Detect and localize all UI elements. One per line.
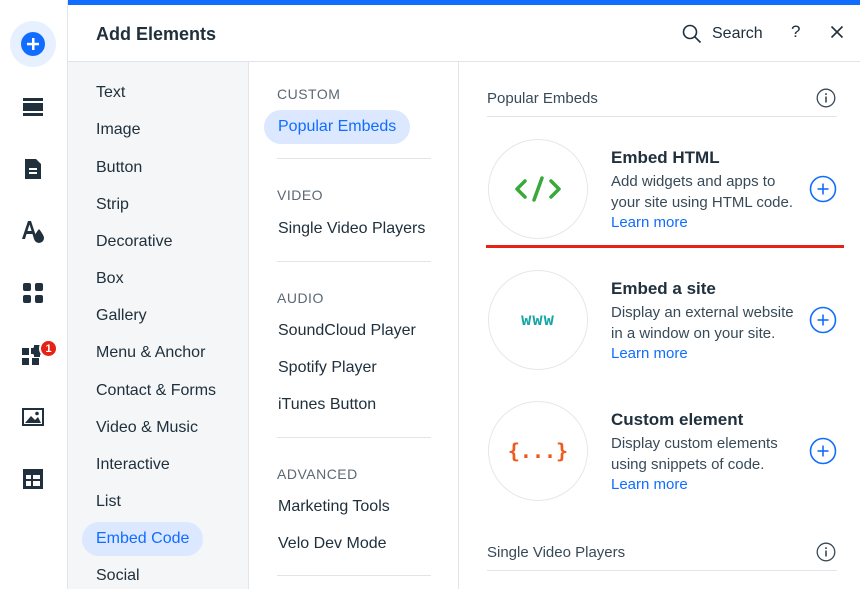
learn-more-link[interactable]: Learn more (611, 214, 688, 231)
card-description: Display custom elements using snippets o… (611, 434, 801, 496)
braces-icon: {...} (507, 439, 569, 463)
category-item[interactable]: Box (82, 262, 138, 296)
card-title: Embed HTML (611, 148, 720, 167)
section-header-custom: CUSTOM (277, 86, 341, 102)
add-icon (21, 32, 45, 56)
learn-more-link[interactable]: Learn more (611, 345, 688, 362)
category-item[interactable]: Decorative (82, 225, 186, 259)
pages-icon (25, 159, 41, 179)
design-icon (22, 221, 44, 243)
embed-html-thumbnail[interactable] (488, 139, 588, 239)
media-icon (22, 408, 44, 426)
card-description: Display an external website in a window … (611, 303, 801, 365)
category-list: Text Image Button Strip Decorative Box G… (68, 62, 249, 589)
section-header-audio: AUDIO (277, 290, 324, 306)
divider (487, 116, 837, 117)
category-item[interactable]: Social (82, 559, 154, 589)
card-description-text: Display an external website in a window … (611, 304, 794, 342)
category-item[interactable]: Video & Music (82, 411, 212, 445)
help-button[interactable]: ? (791, 22, 800, 42)
card-title: Custom element (611, 410, 744, 429)
divider (277, 437, 431, 438)
info-icon[interactable] (816, 88, 836, 108)
highlight-underline (486, 245, 844, 248)
search-icon (682, 24, 702, 44)
section-header-video: VIDEO (277, 187, 324, 203)
subcategory-item[interactable]: Spotify Player (264, 351, 391, 385)
add-custom-element-icon[interactable] (809, 437, 837, 465)
section-header-advanced: ADVANCED (277, 466, 358, 482)
subcategory-item[interactable]: Velo Dev Mode (264, 527, 401, 561)
info-icon[interactable] (816, 542, 836, 562)
section-title-popular-embeds: Popular Embeds (487, 90, 598, 107)
category-item[interactable]: Strip (82, 188, 143, 222)
divider (277, 158, 431, 159)
subcategory-item[interactable]: SoundCloud Player (264, 314, 430, 348)
subcategory-item[interactable]: Single Video Players (264, 212, 439, 246)
business-apps-button[interactable]: 1 (10, 332, 58, 378)
panel-header: Add Elements Search ? (68, 5, 860, 62)
notification-badge: 1 (39, 339, 58, 358)
sections-icon (23, 98, 43, 116)
subcategory-item[interactable]: Marketing Tools (264, 490, 404, 524)
category-item[interactable]: Menu & Anchor (82, 336, 219, 370)
card-description: Add widgets and apps to your site using … (611, 172, 801, 234)
category-item-embed-code[interactable]: Embed Code (82, 522, 204, 556)
category-item[interactable]: Button (82, 151, 156, 185)
subcategory-item[interactable]: iTunes Button (264, 388, 390, 422)
subcategory-popular-embeds[interactable]: Popular Embeds (264, 110, 411, 144)
embed-content: Popular Embeds Embed HTML Add widgets an… (460, 62, 860, 589)
category-item[interactable]: Contact & Forms (82, 374, 230, 408)
sections-button[interactable] (10, 84, 56, 130)
search-button[interactable]: Search (682, 21, 763, 47)
card-description-text: Display custom elements using snippets o… (611, 435, 778, 473)
search-label: Search (712, 25, 763, 42)
cms-icon (23, 469, 43, 489)
pages-button[interactable] (10, 146, 56, 192)
card-title: Embed a site (611, 279, 716, 298)
design-button[interactable] (10, 208, 56, 254)
card-description-text: Add widgets and apps to your site using … (611, 173, 794, 211)
add-embed-site-icon[interactable] (809, 306, 837, 334)
apps-button[interactable] (10, 270, 56, 316)
category-item[interactable]: Gallery (82, 299, 161, 333)
code-icon (515, 176, 561, 202)
divider (277, 575, 431, 576)
category-item[interactable]: Image (82, 113, 154, 147)
category-item[interactable]: List (82, 485, 135, 519)
embed-site-thumbnail[interactable]: www (488, 270, 588, 370)
www-icon: www (521, 310, 555, 330)
page-title: Add Elements (96, 24, 217, 44)
divider (487, 570, 837, 571)
close-icon[interactable] (828, 23, 846, 41)
section-title-single-video-players: Single Video Players (487, 544, 626, 561)
add-embed-html-icon[interactable] (809, 175, 837, 203)
apps-icon (23, 283, 43, 303)
left-toolbar: 1 (0, 0, 68, 589)
add-elements-button[interactable] (10, 21, 56, 67)
media-button[interactable] (10, 394, 56, 440)
cms-button[interactable] (10, 456, 56, 502)
learn-more-link[interactable]: Learn more (611, 476, 688, 493)
custom-element-thumbnail[interactable]: {...} (488, 401, 588, 501)
subcategory-list: CUSTOM Popular Embeds VIDEO Single Video… (250, 62, 459, 589)
divider (277, 261, 431, 262)
category-item[interactable]: Text (82, 76, 139, 110)
category-item[interactable]: Interactive (82, 448, 184, 482)
